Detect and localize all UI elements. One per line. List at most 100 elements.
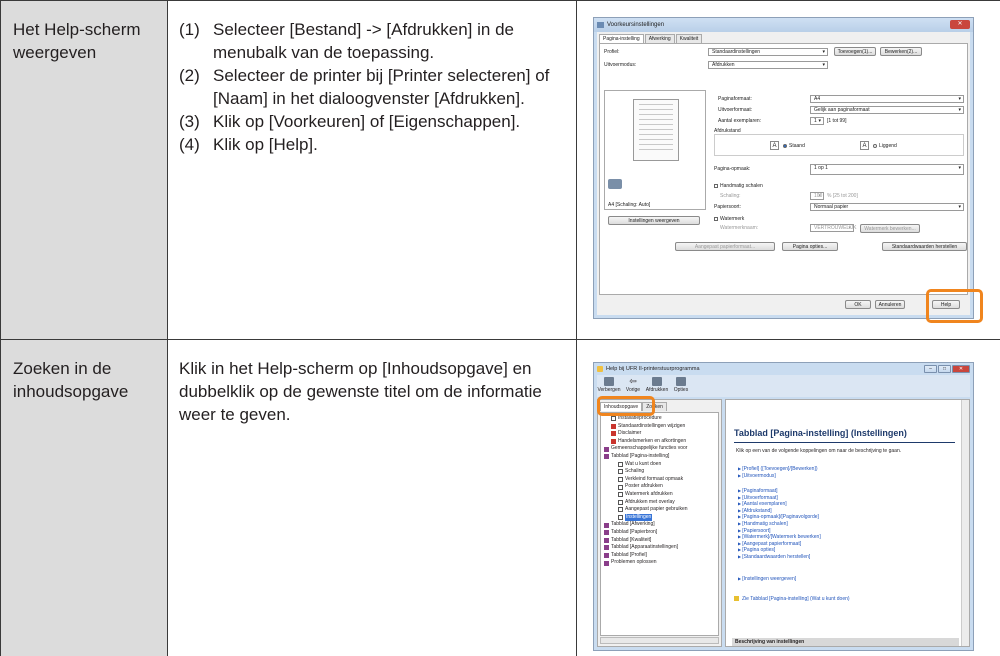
hide-label: Verbergen: [597, 387, 621, 393]
help-intro: Klik op een van de volgende koppelingen …: [736, 448, 902, 454]
tree-item[interactable]: Poster afdrukken: [603, 483, 716, 491]
show-settings-button[interactable]: Instellingen weergeven: [608, 216, 700, 225]
vertical-scrollbar[interactable]: [961, 400, 969, 646]
close-icon[interactable]: ✕: [952, 365, 970, 373]
custom-paper-button[interactable]: Aangepast papierformaat...: [675, 242, 775, 251]
help-link[interactable]: [Standaardwaarden herstellen]: [738, 554, 821, 561]
profile-select[interactable]: Standaardinstellingen: [708, 48, 828, 56]
tree-item[interactable]: Wat u kunt doen: [603, 461, 716, 469]
page-size-label: Paginaformaat:: [718, 96, 752, 102]
help-link[interactable]: [Pagina opties]: [738, 547, 821, 554]
tree-item[interactable]: Gemeenschappelijke functies voor: [603, 445, 716, 453]
portrait-option[interactable]: A Staand: [770, 141, 805, 150]
help-link[interactable]: [Handmatig schalen]: [738, 521, 821, 528]
tree-item[interactable]: Tabblad [Kwaliteit]: [603, 537, 716, 545]
tree-item[interactable]: Tabblad [Apparaatinstellingen]: [603, 544, 716, 552]
tree-item[interactable]: Installatieprocedure: [603, 415, 716, 423]
paper-type-select[interactable]: Normaal papier: [810, 203, 964, 211]
tree-item[interactable]: Schaling: [603, 468, 716, 476]
edit-profile-button[interactable]: Bewerken(2)...: [880, 47, 922, 56]
minimize-icon[interactable]: –: [924, 365, 937, 373]
dialog-body: Pagina-instelling Afwerking Kwaliteit Pr…: [597, 32, 970, 315]
tab-page-setup[interactable]: Pagina-instelling: [599, 34, 644, 43]
print-button[interactable]: Afdrukken: [645, 375, 669, 397]
help-link[interactable]: [Instellingen weergeven]: [738, 576, 796, 583]
copies-stepper[interactable]: 1: [810, 117, 824, 125]
help-icon: [597, 366, 603, 372]
tree-item[interactable]: Afdrukken met overlay: [603, 499, 716, 507]
output-size-select[interactable]: Gelijk aan paginaformaat: [810, 106, 964, 114]
help-title: Help bij UFR II-printerstuurprogramma: [606, 366, 700, 372]
help-button-highlight: [926, 289, 983, 323]
tree-item[interactable]: Verkleind formaat opmaak: [603, 476, 716, 484]
section-heading: Beschrijving van instellingen: [732, 638, 959, 646]
manual-scale-checkbox[interactable]: Handmatig schalen: [714, 183, 763, 189]
cancel-button[interactable]: Annuleren: [875, 300, 905, 309]
step-number: (1): [179, 20, 200, 39]
step-text: Klik op [Help].: [213, 135, 318, 154]
close-icon[interactable]: ✕: [950, 20, 970, 29]
watermark-select[interactable]: VERTROUWELIJK: [810, 224, 856, 232]
watermark-edit-button[interactable]: Watermerk bewerken...: [860, 224, 920, 233]
page-options-button[interactable]: Pagina opties...: [782, 242, 838, 251]
maximize-icon[interactable]: □: [938, 365, 951, 373]
back-button[interactable]: ⇦ Vorige: [621, 375, 645, 397]
step-item: (3) Klik op [Voorkeuren] of [Eigenschappe…: [179, 110, 566, 133]
options-button[interactable]: Opties: [669, 375, 693, 397]
watermark-label: Watermerk: [720, 216, 745, 222]
tree-item-label: Installatieprocedure: [618, 415, 662, 421]
step-text: Selecteer de printer bij [Printer select…: [213, 66, 550, 108]
tree-item-label: Schaling: [625, 468, 645, 475]
watermark-checkbox[interactable]: Watermerk: [714, 216, 744, 222]
page-icon: [618, 461, 623, 467]
tree-item[interactable]: Handelsmerken en afkortingen: [603, 438, 716, 446]
add-profile-button[interactable]: Toevoegen(1)...: [834, 47, 876, 56]
hide-button[interactable]: Verbergen: [597, 375, 621, 397]
help-link[interactable]: [Watermerk]/[Watermerk bewerken]: [738, 534, 821, 541]
help-link[interactable]: [Uitvoermodus]: [738, 473, 818, 480]
horizontal-scrollbar[interactable]: [600, 637, 719, 644]
tree-item[interactable]: Problemen oplossen: [603, 559, 716, 567]
landscape-option[interactable]: A Liggend: [860, 141, 897, 150]
tree-item-label: Poster afdrukken: [625, 483, 663, 490]
row-heading: Het Help-scherm weergeven: [0, 0, 168, 340]
link-group: [Paginaformaat][Uitvoerformaat][Aantal e…: [738, 488, 821, 561]
tab-quality[interactable]: Kwaliteit: [675, 34, 703, 43]
tree-item[interactable]: Instellingen: [603, 513, 716, 522]
tree-item[interactable]: Disclaimer: [603, 430, 716, 438]
page-size-select[interactable]: A4: [810, 95, 964, 103]
printer-icon: [597, 22, 604, 28]
help-link[interactable]: [Afdrukstand]: [738, 508, 821, 515]
help-link[interactable]: [Aantal exemplaren]: [738, 501, 821, 508]
layout-select[interactable]: 1 op 1: [810, 164, 964, 175]
heading-divider: [734, 442, 955, 443]
see-also-link[interactable]: Zie Tabblad [Pagina-instelling] (Wat u k…: [734, 596, 944, 602]
tree-item[interactable]: Tabblad [Profiel]: [603, 552, 716, 560]
contents-tab-highlight: [597, 396, 655, 416]
output-mode-select[interactable]: Afdrukken: [708, 61, 828, 69]
dialog-title: Voorkeursinstellingen: [607, 22, 665, 28]
tree-item-label: Tabblad [Kwaliteit]: [611, 536, 652, 543]
help-link[interactable]: [Uitvoerformaat]: [738, 495, 821, 502]
step-text: Selecteer [Bestand] -> [Afdrukken] in de…: [213, 20, 514, 62]
tree-item[interactable]: Tabblad [Papierbron]: [603, 529, 716, 537]
help-link[interactable]: [Pagina-opmaak]/[Paginavolgorde]: [738, 514, 821, 521]
restore-defaults-button[interactable]: Standaardwaarden herstellen: [882, 242, 967, 251]
link-group: [Instellingen weergeven]: [738, 576, 796, 583]
help-link[interactable]: [Aangepast papierformaat]: [738, 541, 821, 548]
tree-item[interactable]: Watermerk afdrukken: [603, 491, 716, 499]
page-icon: [618, 477, 623, 483]
help-link[interactable]: [Profiel] ([Toevoegen]/[Bewerken]): [738, 466, 817, 473]
step-text: Klik op [Voorkeuren] of [Eigenschappen].: [213, 112, 521, 131]
tab-finishing[interactable]: Afwerking: [644, 34, 675, 43]
tree-item[interactable]: Tabblad [Afwerking]: [603, 521, 716, 529]
help-link[interactable]: [Papiersoort]: [738, 528, 821, 535]
ok-button[interactable]: OK: [845, 300, 871, 309]
tree-item[interactable]: Standaardinstellingen wijzigen: [603, 423, 716, 431]
help-link[interactable]: [Paginaformaat]: [738, 488, 821, 495]
watermark-name-label: Watermerknaam:: [720, 225, 759, 231]
tree-item[interactable]: Tabblad [Pagina-instelling]: [603, 453, 716, 461]
tree-item[interactable]: Aangepast papier gebruiken: [603, 506, 716, 514]
scale-input[interactable]: 100: [810, 192, 824, 200]
step-number: (4): [179, 135, 200, 154]
